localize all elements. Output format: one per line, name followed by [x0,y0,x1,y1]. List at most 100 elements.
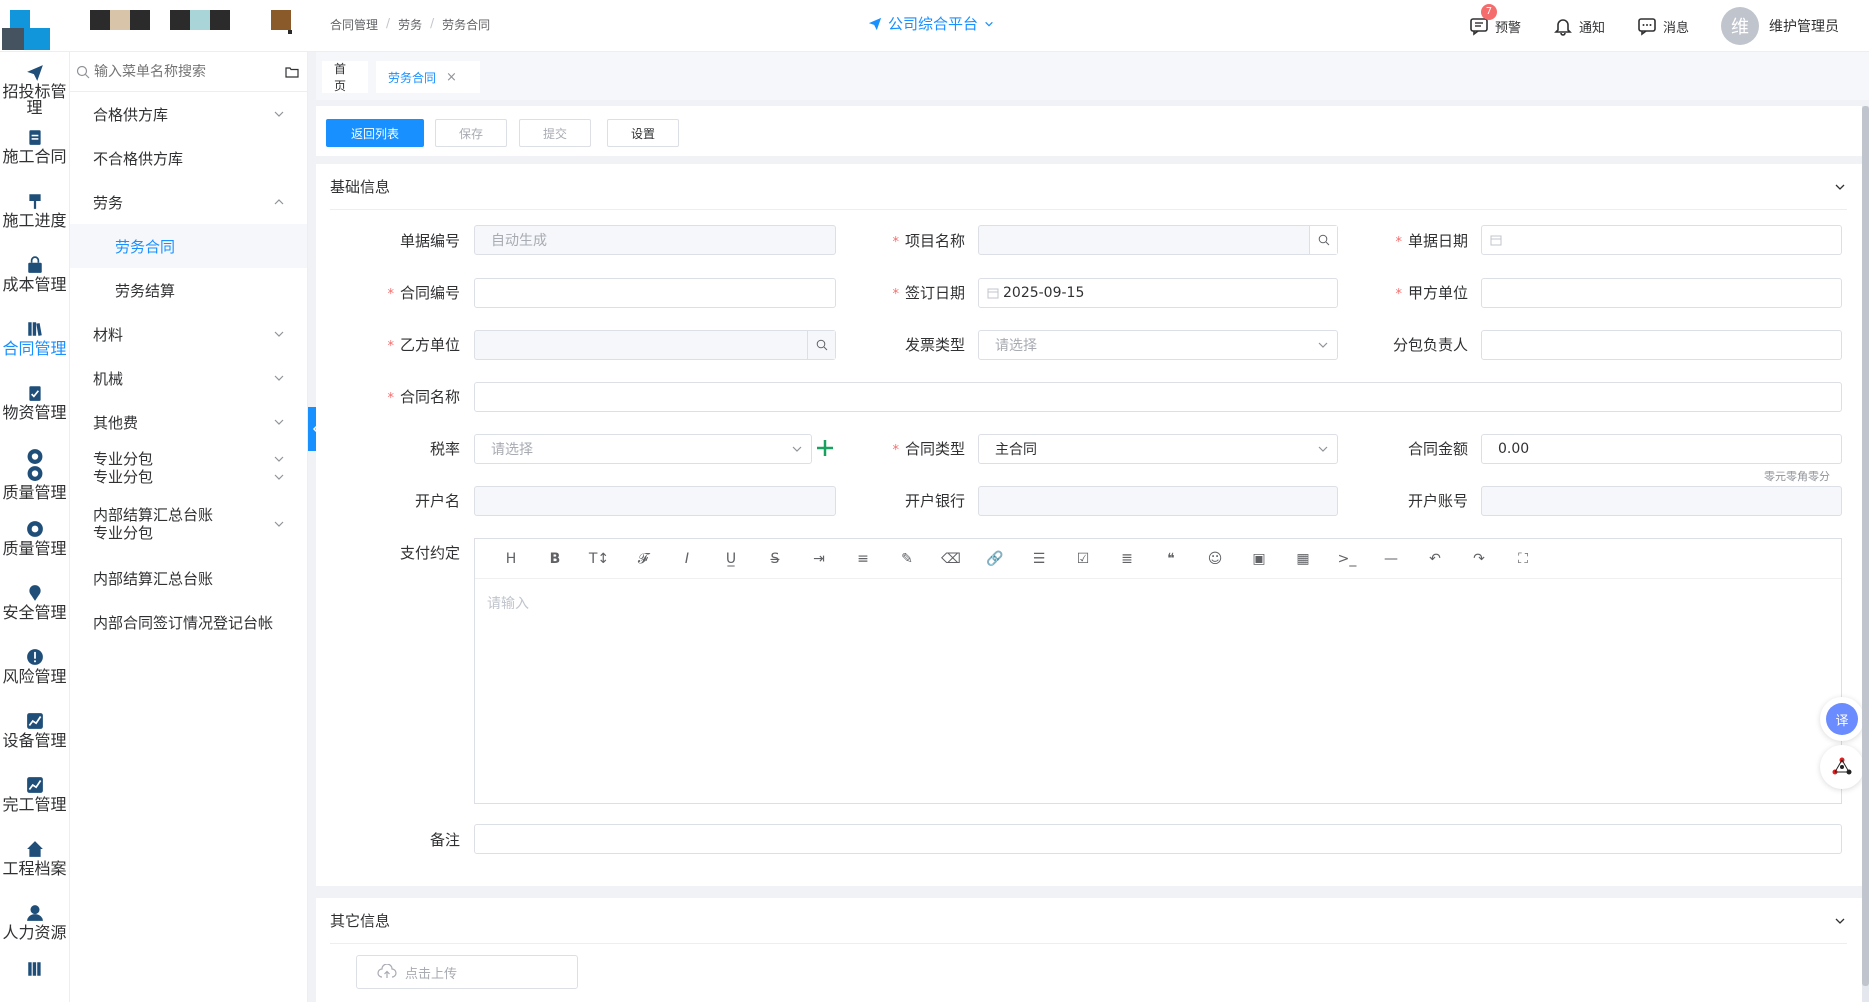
editor-toolbar: H B T↕ 𝓕 I U̲ S̶ ⇥ ≡ ✎ ⌫ 🔗 ☰ ☑ ≣ ❝ ☺ ▣ ▦ >_ — ↶ ↷ ⛶ [475,539,1841,579]
save-button[interactable]: 保存 [435,119,507,147]
nav-item-equipment[interactable]: 设备管理 [0,700,69,764]
divider-icon[interactable]: — [1369,545,1413,573]
tab-labor-contract[interactable]: 劳务合同 × [376,61,480,93]
code-icon[interactable]: >_ [1325,545,1369,573]
basic-info-header[interactable]: 基础信息 [330,164,1847,210]
indent-icon[interactable]: ⇥ [797,545,841,573]
nav-item-material[interactable]: 物资管理 [0,372,69,436]
folder-icon[interactable] [285,65,299,79]
sub-lead-field[interactable] [1481,330,1842,360]
strikethrough-icon[interactable]: S̶ [753,545,797,573]
vertical-scrollbar[interactable] [1862,106,1869,1002]
amount-field[interactable]: 0.00 [1481,434,1842,464]
account-name-field[interactable] [474,486,836,516]
add-tax-rate-icon[interactable] [815,438,835,458]
invoice-type-select[interactable]: 请选择 [978,330,1338,360]
alert-button[interactable]: 7 预警 [1469,4,1521,36]
menu-search-input[interactable] [90,63,285,80]
menu-item-internal-settlement-group[interactable]: 内部结算汇总台账 专业分包 [70,492,307,556]
close-icon[interactable]: × [446,70,457,85]
menu-item-machinery[interactable]: 机械 [70,356,307,400]
nav-item-hr[interactable]: 人力资源 [0,892,69,956]
nav-item-more[interactable] [0,956,69,1002]
menu-item-unqualified-suppliers[interactable]: 不合格供方库 [70,136,307,180]
menu-item-subcontract[interactable]: 专业分包 专业分包 [70,444,307,492]
other-info-header[interactable]: 其它信息 [330,898,1847,944]
translate-button[interactable]: 译 [1820,697,1864,741]
label-doc-date: * 单据日期 [1395,232,1468,250]
nav-item-progress[interactable]: 施工进度 [0,180,69,244]
nav-item-safety[interactable]: 安全管理 [0,572,69,636]
scrollbar-thumb[interactable] [1862,106,1869,986]
doc-date-field[interactable] [1481,225,1842,255]
menu-item-material[interactable]: 材料 [70,312,307,356]
party-b-field[interactable] [474,330,836,360]
bullet-list-icon[interactable]: ☰ [1017,545,1061,573]
font-size-icon[interactable]: T↕ [577,545,621,573]
back-to-list-button[interactable]: 返回列表 [326,119,424,147]
remark-field[interactable] [474,824,1842,854]
project-field[interactable] [978,225,1338,255]
chevron-down-icon [985,21,993,27]
nav-item-contract[interactable]: 合同管理 [0,308,69,372]
party-b-search-button[interactable] [807,331,835,359]
font-family-icon[interactable]: 𝓕 [621,545,665,573]
nav-item-quality-2[interactable]: 质量管理 [0,508,69,572]
platform-switcher[interactable]: 公司综合平台 [868,13,994,34]
payment-editor-body[interactable]: 请输入 [475,579,1841,627]
settings-button[interactable]: 设置 [607,119,679,147]
redo-icon[interactable]: ↷ [1457,545,1501,573]
avatar[interactable]: 维 [1721,7,1759,45]
warning-circle-icon [26,649,43,665]
breadcrumb-item[interactable]: 合同管理 [330,16,378,33]
menu-item-internal-contract-ledger[interactable]: 内部合同签订情况登记台帐 [70,600,307,644]
account-no-field[interactable] [1481,486,1842,516]
underline-icon[interactable]: U̲ [709,545,753,573]
menu-item-internal-settlement-ledger[interactable]: 内部结算汇总台账 [70,556,307,600]
nav-item-cost[interactable]: 成本管理 [0,244,69,308]
menu-item-labor[interactable]: 劳务 [70,180,307,224]
link-icon[interactable]: 🔗 [973,545,1017,573]
message-button[interactable]: 消息 [1637,16,1689,36]
contract-type-select[interactable]: 主合同 [978,434,1338,464]
quote-icon[interactable]: ❝ [1149,545,1193,573]
upload-button[interactable]: 点击上传 [356,955,578,989]
tax-rate-select[interactable]: 请选择 [474,434,812,464]
bank-field[interactable] [978,486,1338,516]
menu-item-labor-settlement[interactable]: 劳务结算 [70,268,307,312]
network-tool-button[interactable] [1820,745,1864,789]
nav-item-bidding[interactable]: 招投标管理 [0,52,69,116]
todo-icon[interactable]: ☑ [1061,545,1105,573]
eraser-icon[interactable]: ⌫ [929,545,973,573]
breadcrumb-item[interactable]: 劳务 [398,16,422,33]
nav-item-construction-contract[interactable]: 施工合同 [0,116,69,180]
contract-no-field[interactable] [474,278,836,308]
image-icon[interactable]: ▣ [1237,545,1281,573]
nav-item-quality[interactable]: 质量管理 [0,436,69,508]
submit-button[interactable]: 提交 [519,119,591,147]
contract-name-field[interactable] [474,382,1842,412]
italic-icon[interactable]: I [665,545,709,573]
highlight-icon[interactable]: ✎ [885,545,929,573]
sign-date-field[interactable]: 2025-09-15 [978,278,1338,308]
party-a-field[interactable] [1481,278,1842,308]
menu-item-qualified-suppliers[interactable]: 合格供方库 [70,92,307,136]
nav-item-archive[interactable]: 工程档案 [0,828,69,892]
doc-no-field[interactable]: 自动生成 [474,225,836,255]
notice-button[interactable]: 通知 [1553,16,1605,36]
line-height-icon[interactable]: ≡ [841,545,885,573]
heading-icon[interactable]: H [489,545,533,573]
menu-item-other-fees[interactable]: 其他费 [70,400,307,444]
nav-item-completion[interactable]: 完工管理 [0,764,69,828]
username[interactable]: 维护管理员 [1769,16,1839,36]
bold-icon[interactable]: B [533,545,577,573]
align-icon[interactable]: ≣ [1105,545,1149,573]
undo-icon[interactable]: ↶ [1413,545,1457,573]
menu-item-labor-contract[interactable]: 劳务合同 [70,224,307,268]
fullscreen-icon[interactable]: ⛶ [1501,545,1545,573]
emoji-icon[interactable]: ☺ [1193,545,1237,573]
table-icon[interactable]: ▦ [1281,545,1325,573]
nav-item-risk[interactable]: 风险管理 [0,636,69,700]
tab-home[interactable]: 首页 [322,61,368,93]
project-search-button[interactable] [1309,226,1337,254]
